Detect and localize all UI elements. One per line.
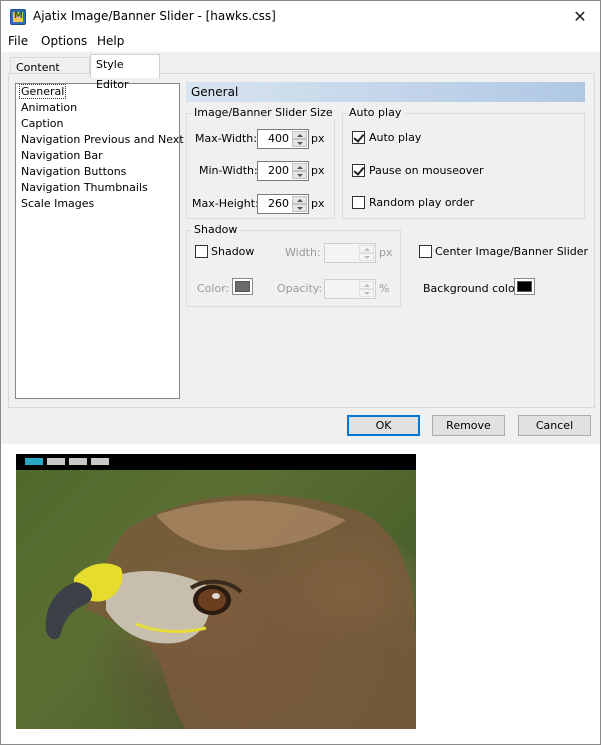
section-header: General: [186, 82, 585, 102]
list-item-scale-images[interactable]: Scale Images: [21, 197, 94, 210]
window-title: Ajatix Image/Banner Slider - [hawks.css]: [33, 9, 276, 23]
shadow-opacity-up-arrow-icon[interactable]: [359, 281, 374, 289]
shadow-opacity-unit: %: [379, 282, 390, 295]
min-width-value: 200: [268, 164, 289, 177]
list-item-animation[interactable]: Animation: [21, 101, 77, 114]
settings-category-list[interactable]: General Animation Caption Navigation Pre…: [15, 83, 184, 399]
shadow-checkbox[interactable]: [195, 245, 208, 258]
random-play-order-checkbox[interactable]: [352, 196, 365, 209]
menu-file[interactable]: File: [8, 34, 28, 48]
tab-style-editor[interactable]: Style Editor: [90, 54, 160, 91]
min-width-unit: px: [311, 164, 325, 177]
navigation-bar: [16, 454, 416, 470]
shadow-width-unit: px: [379, 246, 393, 259]
shadow-width-stepper[interactable]: [324, 243, 376, 263]
max-height-stepper[interactable]: 260: [257, 194, 309, 214]
list-item-navigation-thumbnails[interactable]: Navigation Thumbnails: [21, 181, 148, 194]
max-width-unit: px: [311, 132, 325, 145]
ok-button[interactable]: OK: [347, 415, 420, 436]
shadow-color-swatch[interactable]: [232, 278, 253, 295]
menu-help[interactable]: Help: [97, 34, 124, 48]
menu-options[interactable]: Options: [41, 34, 87, 48]
shadow-color-fill: [235, 281, 250, 292]
list-item-caption[interactable]: Caption: [21, 117, 63, 130]
min-width-up-arrow-icon[interactable]: [292, 163, 307, 171]
min-width-label: Min-Width:: [199, 164, 258, 177]
random-play-order-label: Random play order: [369, 196, 475, 209]
shadow-opacity-down-arrow-icon[interactable]: [359, 289, 374, 297]
max-width-label: Max-Width:: [195, 132, 257, 145]
max-height-down-arrow-icon[interactable]: [292, 204, 307, 212]
list-item-general[interactable]: General: [18, 84, 67, 99]
max-width-down-arrow-icon[interactable]: [292, 139, 307, 147]
background-color-fill: [517, 281, 532, 292]
max-width-stepper[interactable]: 400: [257, 129, 309, 149]
pause-on-mouseover-checkbox[interactable]: [352, 164, 365, 177]
shadow-opacity-stepper[interactable]: [324, 279, 376, 299]
size-group-label: Image/Banner Slider Size: [191, 106, 336, 119]
shadow-width-label: Width:: [285, 246, 321, 259]
nav-button-2[interactable]: [47, 458, 65, 465]
hawk-illustration: [45, 494, 416, 729]
max-width-value: 400: [268, 132, 289, 145]
autoplay-group-label: Auto play: [346, 106, 405, 119]
min-width-stepper[interactable]: 200: [257, 161, 309, 181]
list-item-navigation-prev-next[interactable]: Navigation Previous and Next: [21, 133, 184, 146]
app-icon: [10, 9, 26, 25]
close-button[interactable]: ✕: [560, 1, 600, 32]
background-color-swatch[interactable]: [514, 278, 535, 295]
shadow-group-label: Shadow: [191, 223, 241, 236]
shadow-checkbox-label: Shadow: [211, 245, 255, 258]
nav-button-1[interactable]: [25, 458, 43, 465]
auto-play-checkbox[interactable]: [352, 131, 365, 144]
app-window: Ajatix Image/Banner Slider - [hawks.css]…: [0, 0, 601, 745]
nav-button-4[interactable]: [91, 458, 109, 465]
menu-bar: File Options Help: [1, 32, 600, 52]
auto-play-label: Auto play: [369, 131, 422, 144]
max-height-label: Max-Height:: [192, 197, 259, 210]
remove-button[interactable]: Remove: [432, 415, 505, 436]
shadow-width-down-arrow-icon[interactable]: [359, 253, 374, 261]
center-slider-label: Center Image/Banner Slider: [435, 245, 589, 258]
list-item-navigation-buttons[interactable]: Navigation Buttons: [21, 165, 126, 178]
title-bar: Ajatix Image/Banner Slider - [hawks.css]…: [1, 1, 600, 32]
shadow-color-label: Color:: [197, 282, 230, 295]
nav-button-3[interactable]: [69, 458, 87, 465]
shadow-opacity-label: Opacity:: [277, 282, 323, 295]
max-height-unit: px: [311, 197, 325, 210]
list-item-navigation-bar[interactable]: Navigation Bar: [21, 149, 103, 162]
max-height-value: 260: [268, 197, 289, 210]
slider-preview[interactable]: [16, 454, 416, 729]
background-color-label: Background color:: [423, 282, 523, 295]
center-slider-checkbox[interactable]: [419, 245, 432, 258]
cancel-button[interactable]: Cancel: [518, 415, 591, 436]
pause-on-mouseover-label: Pause on mouseover: [369, 164, 484, 177]
shadow-width-up-arrow-icon[interactable]: [359, 245, 374, 253]
hawk-image: [16, 470, 416, 729]
max-width-up-arrow-icon[interactable]: [292, 131, 307, 139]
max-height-up-arrow-icon[interactable]: [292, 196, 307, 204]
min-width-down-arrow-icon[interactable]: [292, 171, 307, 179]
